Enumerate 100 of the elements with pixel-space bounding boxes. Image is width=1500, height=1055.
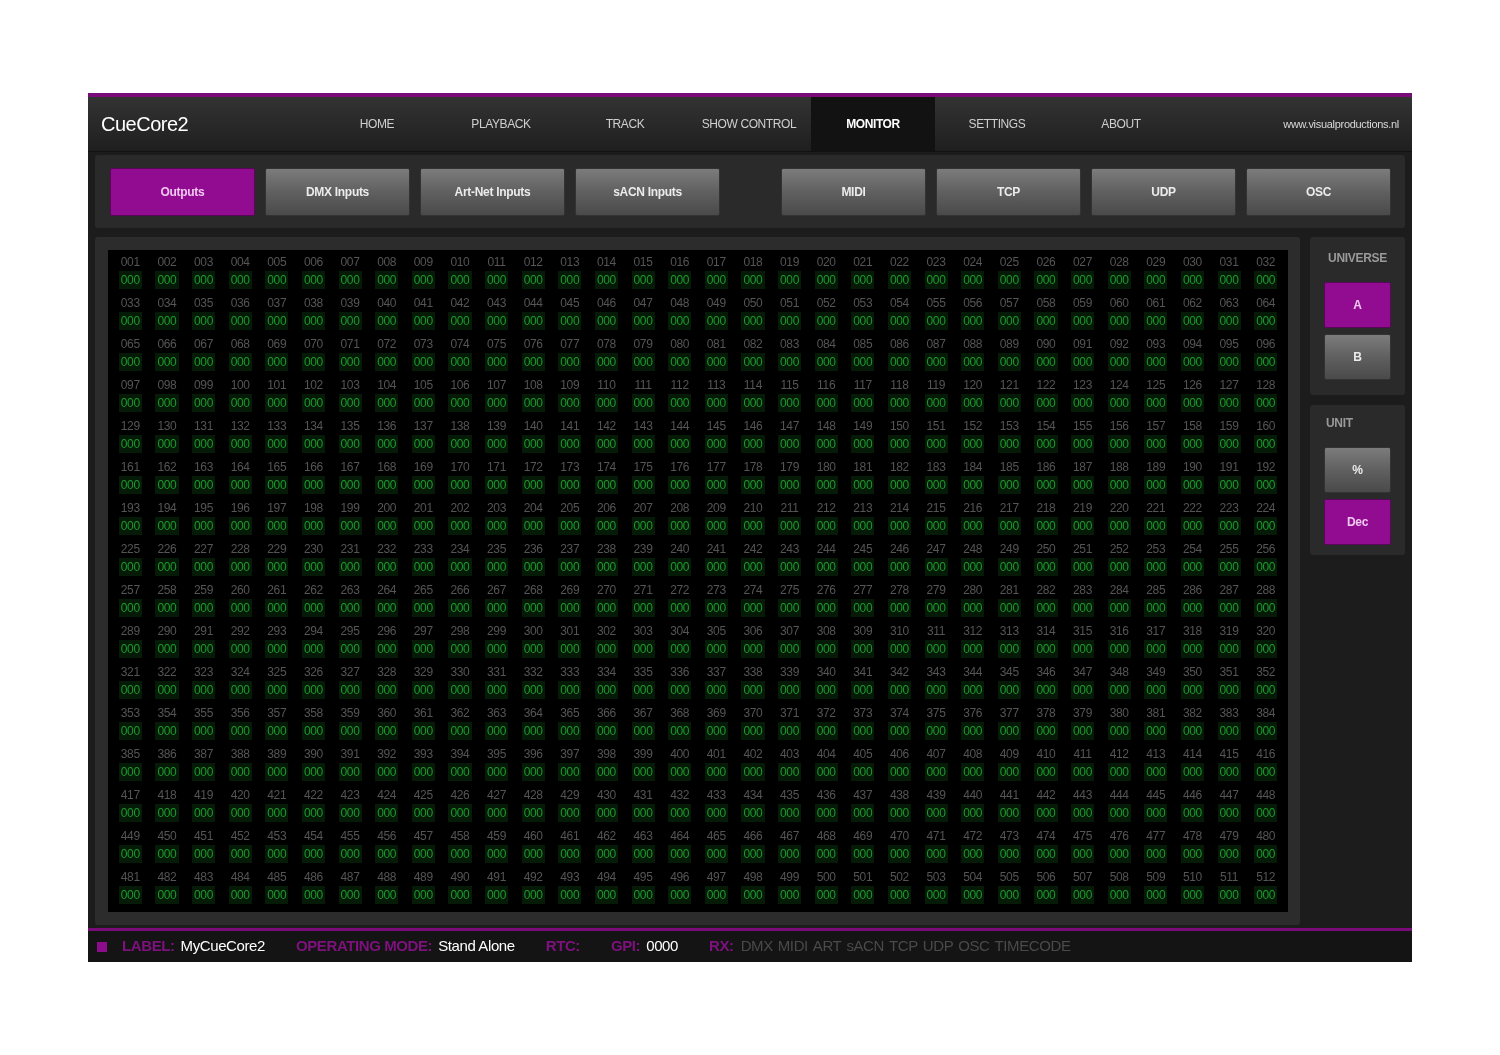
- nav-tab[interactable]: SHOW CONTROL: [687, 97, 811, 151]
- channel-number: 250: [1036, 541, 1056, 558]
- channel-value: 000: [961, 476, 985, 494]
- protocol-tab[interactable]: TCP: [936, 167, 1081, 216]
- channel-number: 512: [1256, 869, 1276, 886]
- channel-number: 073: [413, 336, 433, 353]
- channel-value: 000: [411, 886, 435, 904]
- channel-number: 012: [523, 254, 543, 271]
- protocol-tab[interactable]: MIDI: [781, 167, 926, 216]
- channel-value: 000: [1217, 517, 1241, 535]
- nav-tab[interactable]: HOME: [315, 97, 439, 151]
- channel-number: 200: [377, 500, 397, 517]
- channel-value: 000: [375, 763, 399, 781]
- channel-number: 510: [1182, 869, 1202, 886]
- channel-value: 000: [228, 681, 252, 699]
- protocol-tab[interactable]: OSC: [1246, 167, 1391, 216]
- nav-tab[interactable]: PLAYBACK: [439, 97, 563, 151]
- channel-number: 184: [963, 459, 983, 476]
- channel-value: 000: [631, 804, 655, 822]
- channel-value: 000: [814, 886, 838, 904]
- channel-number: 122: [1036, 377, 1056, 394]
- channel-value: 000: [887, 640, 911, 658]
- channel-value: 000: [1144, 394, 1168, 412]
- channel-number: 265: [413, 582, 433, 599]
- channel-number: 374: [889, 705, 909, 722]
- channel-number: 065: [120, 336, 140, 353]
- channel-number: 440: [963, 787, 983, 804]
- channel-number: 030: [1182, 254, 1202, 271]
- channel-number: 238: [596, 541, 616, 558]
- channel-number: 159: [1219, 418, 1239, 435]
- channel-number: 398: [596, 746, 616, 763]
- channel-number: 316: [1109, 623, 1129, 640]
- nav-tab[interactable]: TRACK: [563, 97, 687, 151]
- channel-number: 469: [853, 828, 873, 845]
- channel-number: 464: [670, 828, 690, 845]
- channel-value: 000: [814, 640, 838, 658]
- channel-value: 000: [778, 435, 802, 453]
- channel-value: 000: [1144, 271, 1168, 289]
- channel-value: 000: [961, 312, 985, 330]
- channel-number: 138: [450, 418, 470, 435]
- channel-value: 000: [997, 599, 1021, 617]
- channel-value: 000: [887, 271, 911, 289]
- channel-value: 000: [1254, 476, 1278, 494]
- channel-number: 475: [1073, 828, 1093, 845]
- channel-number: 511: [1219, 869, 1239, 886]
- channel-value: 000: [228, 271, 252, 289]
- universe-button[interactable]: B: [1324, 334, 1391, 380]
- channel-value: 000: [558, 394, 582, 412]
- channel-value: 000: [485, 476, 509, 494]
- channel-number: 007: [340, 254, 360, 271]
- channel-value: 000: [375, 845, 399, 863]
- status-label: RX:: [709, 936, 734, 957]
- channel-number: 334: [596, 664, 616, 681]
- channel-value: 000: [1217, 312, 1241, 330]
- channel-number: 304: [670, 623, 690, 640]
- channel-value: 000: [1034, 353, 1058, 371]
- channel-value: 000: [1254, 558, 1278, 576]
- channel-number: 160: [1256, 418, 1276, 435]
- channel-value: 000: [118, 394, 142, 412]
- channel-number: 508: [1109, 869, 1129, 886]
- channel-number: 236: [523, 541, 543, 558]
- channel-value: 000: [558, 312, 582, 330]
- channel-number: 046: [596, 295, 616, 312]
- channel-number: 343: [926, 664, 946, 681]
- channel-value: 000: [192, 886, 216, 904]
- nav-tab[interactable]: MONITOR: [811, 97, 935, 151]
- channel-value: 000: [741, 394, 765, 412]
- website-link[interactable]: www.visualproductions.nl: [1283, 115, 1399, 133]
- channel-source-tab[interactable]: Art-Net Inputs: [420, 167, 565, 216]
- unit-button[interactable]: Dec: [1324, 499, 1391, 545]
- channel-value: 000: [301, 271, 325, 289]
- channel-number: 417: [120, 787, 140, 804]
- channel-number: 341: [853, 664, 873, 681]
- channel-source-tab[interactable]: Outputs: [110, 167, 255, 216]
- channel-number: 182: [889, 459, 909, 476]
- channel-value: 000: [1107, 763, 1131, 781]
- channel-number: 351: [1219, 664, 1239, 681]
- unit-button[interactable]: %: [1324, 447, 1391, 493]
- channel-number: 098: [157, 377, 177, 394]
- channel-number: 379: [1073, 705, 1093, 722]
- channel-number: 342: [889, 664, 909, 681]
- channel-number: 302: [596, 623, 616, 640]
- channel-value: 000: [375, 517, 399, 535]
- channel-value: 000: [778, 517, 802, 535]
- channel-value: 000: [631, 353, 655, 371]
- channel-number: 192: [1256, 459, 1276, 476]
- channel-value: 000: [1217, 763, 1241, 781]
- channel-source-tab[interactable]: DMX Inputs: [265, 167, 410, 216]
- universe-button[interactable]: A: [1324, 282, 1391, 328]
- channel-value: 000: [485, 312, 509, 330]
- channel-number: 071: [340, 336, 360, 353]
- channel-source-tab[interactable]: sACN Inputs: [575, 167, 720, 216]
- channel-number: 227: [194, 541, 214, 558]
- channel-value: 000: [521, 845, 545, 863]
- protocol-tab[interactable]: UDP: [1091, 167, 1236, 216]
- nav-tab[interactable]: SETTINGS: [935, 97, 1059, 151]
- channel-number: 204: [523, 500, 543, 517]
- channel-value: 000: [1254, 271, 1278, 289]
- channel-number: 188: [1109, 459, 1129, 476]
- nav-tab[interactable]: ABOUT: [1059, 97, 1183, 151]
